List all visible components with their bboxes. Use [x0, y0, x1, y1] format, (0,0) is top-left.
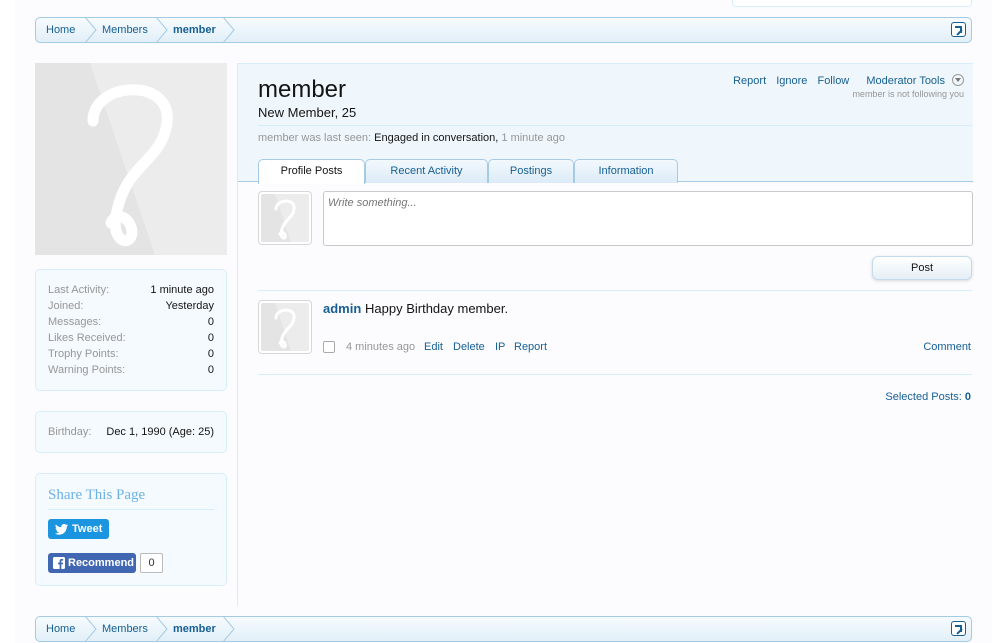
user-title: New Member, 25 — [258, 105, 357, 120]
page-title: member — [258, 76, 347, 103]
profile-actions: Report Ignore Follow Moderator Tools — [726, 74, 964, 87]
twitter-bird-icon — [55, 524, 68, 535]
stat-row: Messages: 0 — [48, 316, 214, 328]
report-message-link[interactable]: Report — [514, 341, 547, 353]
avatar — [35, 63, 227, 255]
follow-link[interactable]: Follow — [817, 75, 849, 87]
last-seen-activity: Engaged in conversation, — [374, 132, 499, 144]
post-button[interactable]: Post — [872, 256, 972, 280]
report-link[interactable]: Report — [733, 75, 766, 87]
comment-link[interactable]: Comment — [923, 341, 971, 353]
jump-to-icon[interactable] — [951, 22, 966, 37]
jump-to-icon[interactable] — [951, 621, 966, 636]
message-text: Happy Birthday member. — [365, 301, 509, 316]
breadcrumb-top: Home Members member — [35, 17, 972, 43]
profile-main: member New Member, 25 Report Ignore Foll… — [237, 63, 973, 606]
breadcrumb-members[interactable]: Members — [102, 617, 148, 641]
moderator-tools-menu[interactable]: Moderator Tools — [859, 74, 964, 87]
default-avatar-question-icon — [274, 303, 309, 351]
stat-row: Last Activity: 1 minute ago — [48, 284, 214, 296]
birthday-block: Birthday: Dec 1, 1990 (Age: 25) — [35, 411, 227, 453]
breadcrumb-separator-icon — [156, 617, 168, 641]
tweet-button[interactable]: Tweet — [48, 519, 109, 539]
breadcrumb-home[interactable]: Home — [46, 617, 75, 641]
last-seen-time: 1 minute ago — [501, 132, 565, 144]
chevron-down-icon — [952, 74, 964, 86]
message-poster-link[interactable]: admin — [323, 301, 361, 316]
edit-link[interactable]: Edit — [424, 341, 443, 353]
breadcrumb-separator-icon — [156, 18, 168, 42]
breadcrumb-separator-icon — [85, 18, 97, 42]
profile-header: member New Member, 25 Report Ignore Foll… — [238, 63, 973, 184]
divider — [258, 125, 972, 126]
birthday-row: Birthday: Dec 1, 1990 (Age: 25) — [48, 426, 214, 438]
select-message-checkbox[interactable] — [323, 341, 335, 353]
ip-link[interactable]: IP — [495, 341, 505, 353]
breadcrumb-current[interactable]: member — [173, 18, 216, 42]
recommend-count: 0 — [140, 553, 163, 573]
message-time[interactable]: 4 minutes ago — [346, 341, 415, 353]
last-seen: member was last seen: Engaged in convers… — [258, 132, 565, 144]
ignore-link[interactable]: Ignore — [776, 75, 807, 87]
stat-row: Joined: Yesterday — [48, 300, 214, 312]
share-page-block: Share This Page Tweet Recommend 0 — [35, 473, 227, 586]
selected-posts-count: 0 — [964, 391, 971, 403]
divider — [48, 509, 214, 510]
breadcrumb-members[interactable]: Members — [102, 18, 148, 42]
selected-posts[interactable]: Selected Posts: 0 — [885, 391, 971, 403]
breadcrumb-current[interactable]: member — [173, 617, 216, 641]
delete-link[interactable]: Delete — [453, 341, 485, 353]
divider — [258, 374, 972, 375]
profile-post-input[interactable] — [323, 191, 973, 246]
default-avatar-question-icon — [274, 194, 309, 242]
breadcrumb-separator-icon — [223, 617, 235, 641]
tab-information[interactable]: Information — [574, 159, 678, 183]
stat-row: Warning Points: 0 — [48, 364, 214, 376]
stat-row: Likes Received: 0 — [48, 332, 214, 344]
tab-profile-posts[interactable]: Profile Posts — [258, 159, 365, 184]
share-title: Share This Page — [48, 487, 146, 503]
tweet-label: Tweet — [72, 523, 103, 535]
tab-postings[interactable]: Postings — [488, 159, 574, 183]
follow-status: member is not following you — [852, 89, 964, 99]
message-avatar[interactable] — [258, 300, 312, 354]
composer-avatar — [258, 191, 312, 245]
recommend-label: Recommend — [68, 557, 135, 569]
divider — [258, 290, 972, 291]
breadcrumb-separator-icon — [223, 18, 235, 42]
tab-recent-activity[interactable]: Recent Activity — [365, 159, 488, 183]
breadcrumb-bottom: Home Members member — [35, 616, 972, 642]
breadcrumb-separator-icon — [85, 617, 97, 641]
facebook-icon — [53, 557, 65, 569]
default-avatar-question-icon — [87, 63, 227, 255]
moderator-tools-label: Moderator Tools — [866, 75, 945, 87]
member-stats-block: Last Activity: 1 minute ago Joined: Yester… — [35, 269, 227, 391]
stat-row: Trophy Points: 0 — [48, 348, 214, 360]
breadcrumb-home[interactable]: Home — [46, 18, 75, 42]
search-bar-edge[interactable] — [732, 0, 972, 7]
recommend-button[interactable]: Recommend — [48, 553, 136, 573]
